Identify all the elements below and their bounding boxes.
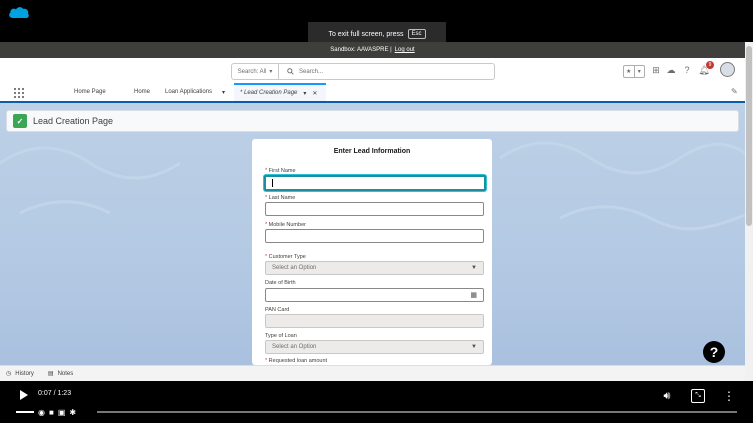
toast-text: To exit full screen, press — [328, 30, 404, 38]
sandbox-bar: Sandbox: AAVASPRE | Log out — [0, 42, 745, 58]
sandbox-label: Sandbox: AAVASPRE | — [330, 47, 392, 53]
search-scope-label: Search: All — [237, 68, 267, 75]
customer-type-label: * Customer Type — [265, 254, 306, 260]
page-title: Lead Creation Page — [33, 116, 114, 126]
navigation-bar — [0, 83, 745, 103]
global-actions-icon[interactable]: ⊞ — [650, 64, 662, 76]
camera-icon[interactable]: ◉ — [38, 408, 45, 417]
screen-icon[interactable]: ▣ — [58, 408, 66, 417]
form-title: Enter Lead Information — [333, 148, 411, 155]
type-of-loan-value: Select an Option — [272, 344, 317, 350]
help-button[interactable]: ? — [703, 341, 725, 363]
mobile-number-input[interactable] — [265, 229, 484, 243]
notes-icon: ▤ — [47, 371, 54, 377]
edit-nav-pencil-icon[interactable]: ✎ — [731, 87, 738, 96]
type-of-loan-label: Type of Loan — [265, 333, 297, 339]
last-name-input[interactable] — [265, 202, 484, 216]
chevron-down-icon[interactable]: ▾ — [303, 90, 306, 97]
first-name-label: * First Name — [265, 168, 296, 174]
requested-loan-amount-label: * Requested loan amount — [265, 358, 328, 364]
nav-item-home-label: Home — [134, 89, 151, 95]
nav-item-loan-applications[interactable]: Loan Applications ▾ — [165, 83, 225, 101]
customer-type-select[interactable]: Select an Option ▼ — [265, 261, 484, 275]
volume-icon[interactable]: 🔊︎ — [660, 389, 674, 403]
utility-history-label: History — [15, 370, 34, 377]
page-header: ✓ Lead Creation Page — [6, 110, 739, 132]
first-name-input[interactable] — [264, 175, 486, 191]
lead-form-card: Enter Lead Information * First Name * La… — [252, 139, 492, 365]
esc-key-hint: Esc — [407, 29, 426, 39]
play-icon[interactable] — [20, 390, 28, 400]
help-icon[interactable]: ? — [681, 64, 693, 76]
chevron-down-icon[interactable]: ▾ — [222, 89, 225, 96]
trailhead-icon[interactable]: ☁ — [665, 64, 677, 76]
favorites-menu-icon[interactable]: ▾ — [633, 66, 645, 77]
app-name: Home Page — [74, 89, 106, 95]
date-of-birth-input[interactable]: ▦ — [265, 288, 484, 302]
salesforce-logo-icon[interactable] — [8, 6, 30, 20]
notification-badge: 9 — [706, 61, 714, 69]
exit-fullscreen-icon[interactable]: ⤡ — [691, 389, 705, 403]
nav-item-loan-applications-label: Loan Applications — [165, 89, 213, 95]
tab-label: * Lead Creation Page — [240, 90, 298, 96]
chevron-down-icon: ▼ — [471, 344, 477, 350]
utility-item-notes[interactable]: ▤ Notes — [47, 370, 74, 378]
favorites-button[interactable]: ★ ▾ — [623, 65, 645, 78]
app-launcher-icon[interactable] — [13, 86, 25, 99]
user-avatar[interactable] — [720, 62, 735, 77]
date-of-birth-label: Date of Birth — [265, 280, 296, 286]
calendar-icon[interactable]: ▦ — [470, 291, 477, 299]
close-tab-icon[interactable]: ✕ — [312, 90, 317, 97]
video-progress-track[interactable] — [97, 411, 737, 413]
customer-type-value: Select an Option — [272, 265, 317, 271]
lead-page-icon: ✓ — [13, 114, 27, 128]
type-of-loan-select[interactable]: Select an Option ▼ — [265, 340, 484, 354]
utility-bar: ◷ History ▤ Notes — [0, 365, 745, 381]
nav-item-home[interactable]: Home — [134, 83, 150, 101]
global-search[interactable]: Search: All ▾ Search... — [231, 63, 495, 80]
search-icon — [287, 68, 294, 75]
last-name-label: * Last Name — [265, 195, 296, 201]
playback-time: 0:07 / 1:23 — [38, 390, 72, 397]
scrollbar-thumb[interactable] — [746, 46, 752, 226]
text-cursor — [272, 179, 273, 187]
utility-notes-label: Notes — [57, 370, 74, 377]
utility-item-history[interactable]: ◷ History — [6, 370, 34, 378]
mobile-number-label: * Mobile Number — [265, 222, 306, 228]
pan-card-input[interactable] — [265, 314, 484, 328]
progress-elapsed — [16, 411, 34, 413]
video-player-controls — [0, 381, 753, 423]
recorder-toolbar: ◉ ■ ▣ ✱ — [16, 406, 76, 418]
search-input[interactable]: Search... — [299, 69, 323, 75]
chevron-down-icon: ▼ — [471, 265, 477, 271]
star-icon[interactable]: ★ — [624, 66, 634, 77]
tab-lead-creation-page[interactable]: * Lead Creation Page ▾ ✕ — [234, 83, 326, 101]
search-scope-dropdown[interactable]: Search: All ▾ — [232, 64, 279, 79]
settings-gear-icon[interactable]: ✱ — [69, 408, 76, 417]
chevron-down-icon: ▾ — [269, 69, 273, 75]
logout-link[interactable]: Log out — [395, 47, 415, 53]
pan-card-label: PAN Card — [265, 307, 290, 313]
more-options-icon[interactable]: ⋮ — [723, 389, 735, 403]
video-camera-icon[interactable]: ■ — [49, 408, 54, 417]
history-icon: ◷ — [6, 371, 12, 377]
